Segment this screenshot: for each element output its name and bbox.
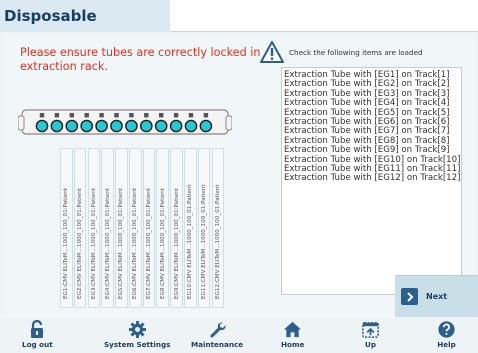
tube-label-column: EG10:CMV ELITeM...1000_100_01:Patient [184,148,197,308]
tube-label: EG8:CMV ELITeM...1000_100_01:Patient [159,187,166,299]
bottom-nav-bar: Log out System Settings Maintenance Home… [0,318,478,353]
page-title: Disposable [0,0,170,32]
question-mark-icon [438,321,455,338]
rack-tube [65,119,79,133]
tube-label-column: EG12:CMV ELITeM...1000_100_01:Patient [211,148,225,308]
logout-label: Log out [22,340,53,349]
system-settings-button[interactable]: System Settings [104,320,170,349]
next-button[interactable]: Next [395,275,478,317]
rack-slot-marker [99,113,104,118]
warning-triangle-icon [260,41,284,63]
maintenance-button[interactable]: Maintenance [191,320,243,349]
tube-label: EG4:CMV ELITeM...1000_100_01:Patient [104,187,111,299]
logout-button[interactable]: Log out [22,320,53,349]
tube-label: EG7:CMV ELITeM...1000_100_01:Patient [145,187,152,299]
tube-label: EG1:CMV ELITeM...1000_100_01:Patient [63,187,70,299]
maintenance-label: Maintenance [191,340,244,349]
title-bar: Disposable [0,0,478,32]
rack-slot-marker [54,113,60,118]
tube-label: EG3:CMV ELITeM...1000_100_01:Patient [90,187,97,299]
help-label: Help [437,340,456,349]
rack-tube [154,119,168,133]
rack-slot-marker [69,113,74,118]
rack-slot-marker [114,113,119,118]
tube-label: EG11:CMV ELITeM...1000_100_01:Patient [201,184,208,299]
tube-label-column: EG1:CMV ELITeM...1000_100_01:Patient [60,148,73,308]
up-button[interactable]: Up [361,320,380,349]
rack-tube [184,119,198,133]
rack-slot-marker [159,113,164,118]
up-label: Up [365,340,376,349]
rack-tube [35,119,49,133]
calendar-up-icon [362,322,379,338]
rack-tube [140,119,153,133]
tube-label-column: EG2:CMV ELITeM...1000_100_01:Patient [73,148,87,308]
help-button[interactable]: Help [437,320,456,349]
rack-tube [125,119,138,133]
chevron-right-icon [401,288,418,305]
gear-icon [128,320,146,339]
system-settings-label: System Settings [104,340,171,349]
rack-slot-marker [188,113,194,118]
extraction-rack [18,109,232,135]
tube-label-column: EG4:CMV ELITeM...1000_100_01:Patient [101,148,114,308]
rack-slot-marker [203,113,209,118]
tube-label-column: EG11:CMV ELITeM...1000_100_01:Patient [197,148,211,308]
tube-label-column: EG9:CMV ELITeM...1000_100_01:Patient [170,148,183,308]
rack-slot-marker [84,113,89,118]
rack-slot-marker [173,113,179,118]
tube-label-column: EG6:CMV ELITeM...1000_100_01:Patient [128,148,142,308]
padlock-icon [31,320,44,338]
tube-label-column: EG7:CMV ELITeM...1000_100_01:Patient [142,148,156,308]
home-label: Home [281,340,305,349]
rack-tube [199,119,213,133]
house-icon [284,321,302,338]
tube-label-column: EG5:CMV ELITeM...1000_100_01:Patient [115,148,128,308]
tube-label: EG12:CMV ELITeM...1000_100_01:Patient [214,184,221,299]
next-button-label: Next [426,292,448,301]
rack-tube [80,119,93,133]
rack-slot-marker [129,113,134,118]
rack-tube [95,119,108,133]
tube-label: EG5:CMV ELITeM...1000_100_01:Patient [118,187,125,299]
wrench-icon [209,322,226,338]
warning-message: Please ensure tubes are correctly locked… [20,46,261,73]
info-text: Check the following items are loaded [289,48,423,57]
app-window: Disposable Please ensure tubes are corre… [0,0,478,353]
home-button[interactable]: Home [281,320,304,349]
rack-tube [169,119,183,133]
tube-label: EG6:CMV ELITeM...1000_100_01:Patient [132,187,139,299]
rack-slot-marker [144,113,149,118]
rack-tube [110,119,123,133]
tube-label: EG2:CMV ELITeM...1000_100_01:Patient [77,187,84,299]
rack-tube [50,119,64,133]
tube-label-column: EG3:CMV ELITeM...1000_100_01:Patient [87,148,101,308]
loaded-items-list[interactable]: Extraction Tube with [EG1] on Track[1] Ex… [281,67,462,295]
checklist-item: Extraction Tube with [EG12] on Track[12] [284,173,461,184]
rack-slot-marker [39,113,45,118]
tube-label: EG10:CMV ELITeM...1000_100_01:Patient [187,184,194,299]
tube-labels-panel: EG1:CMV ELITeM...1000_100_01:Patient EG2:… [60,148,226,308]
tube-label: EG9:CMV ELITeM...1000_100_01:Patient [173,187,180,299]
tube-label-column: EG8:CMV ELITeM...1000_100_01:Patient [156,148,170,308]
